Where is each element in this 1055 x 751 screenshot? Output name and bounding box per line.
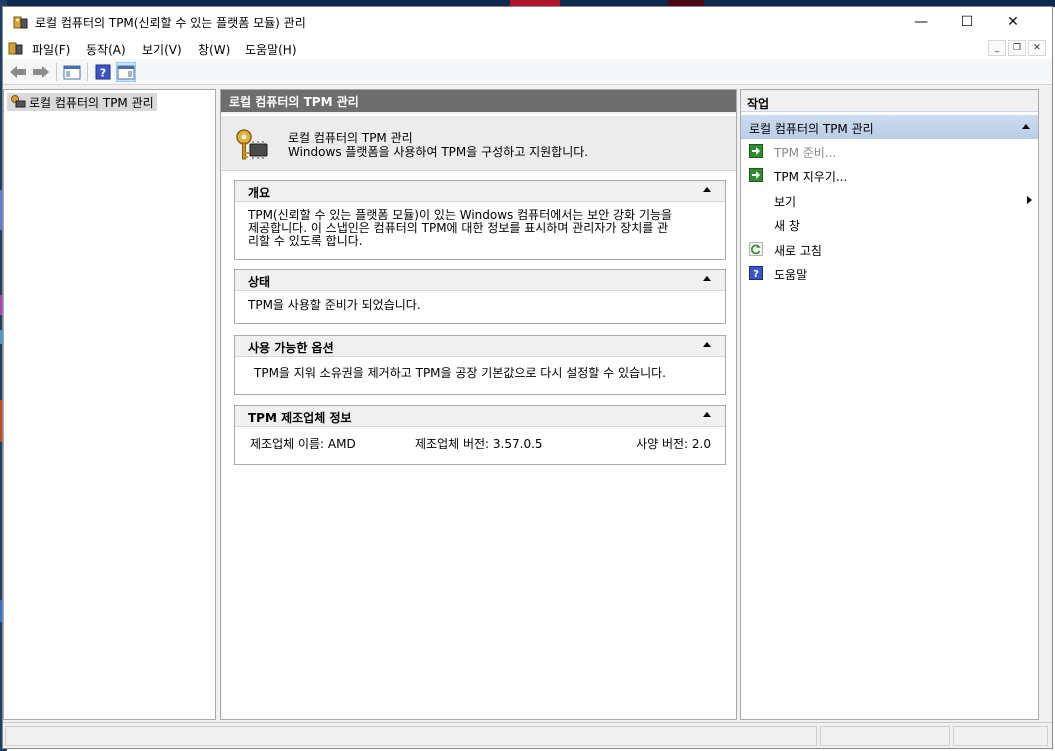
manufacturer-version: 제조업체 버전: 3.57.0.5 [415, 437, 543, 451]
status-bar-pane [5, 726, 817, 746]
help-icon: ? [749, 266, 763, 280]
result-pane-body: 로컬 컴퓨터의 TPM 관리 Windows 플랫폼을 사용하여 TPM을 구성… [222, 114, 736, 719]
action-view[interactable]: 보기 [741, 189, 1038, 211]
toolbar-separator [87, 63, 88, 81]
maximize-button[interactable]: ☐ [944, 7, 990, 37]
back-icon [10, 66, 26, 78]
manufacturer-name: 제조업체 이름: AMD [250, 437, 356, 451]
section-status-header[interactable]: 상태 [235, 270, 725, 291]
collapse-icon[interactable] [703, 342, 711, 347]
help-icon: ? [95, 64, 111, 80]
intro-banner: 로컬 컴퓨터의 TPM 관리 Windows 플랫폼을 사용하여 TPM을 구성… [222, 116, 736, 171]
tpm-keys-chip-icon [236, 129, 268, 160]
intro-description: Windows 플랫폼을 사용하여 TPM을 구성하고 지원합니다. [288, 145, 589, 159]
action-label: 새 창 [774, 219, 800, 233]
section-options-header[interactable]: 사용 가능한 옵션 [235, 336, 725, 357]
section-manufacturer-header[interactable]: TPM 제조업체 정보 [235, 406, 725, 427]
tree-item-tpm-management[interactable]: 로컬 컴퓨터의 TPM 관리 [7, 93, 157, 111]
help-button[interactable]: ? [93, 62, 113, 82]
forward-button[interactable] [31, 62, 51, 82]
status-text: TPM을 사용할 준비가 되었습니다. [248, 298, 421, 312]
show-hide-tree-button[interactable] [62, 62, 82, 82]
section-overview: 개요 TPM(신뢰할 수 있는 플랫폼 모듈)이 있는 Windows 컴퓨터에… [234, 180, 726, 260]
section-manufacturer-info: TPM 제조업체 정보 제조업체 이름: AMD 제조업체 버전: 3.57.0… [234, 405, 726, 465]
console-tree: 로컬 컴퓨터의 TPM 관리 [3, 89, 216, 720]
submenu-arrow-icon [1027, 196, 1032, 204]
refresh-icon [749, 242, 763, 256]
run-action-icon [749, 144, 763, 158]
mdi-controls: _ ❐ ✕ [988, 40, 1046, 56]
toolbar: ? [3, 59, 1052, 85]
section-title: 상태 [248, 275, 271, 289]
section-overview-body: TPM(신뢰할 수 있는 플랫폼 모듈)이 있는 Windows 컴퓨터에서는 … [235, 202, 725, 248]
menu-bar: 파일(F) 동작(A) 보기(V) 창(W) 도움말(H) _ ❐ ✕ [3, 37, 1052, 59]
collapse-icon[interactable] [703, 187, 711, 192]
tree-item-label: 로컬 컴퓨터의 TPM 관리 [29, 96, 154, 110]
status-bar [3, 722, 1052, 748]
menu-view[interactable]: 보기(V) [142, 41, 182, 58]
action-clear-tpm[interactable]: TPM 지우기... [741, 164, 1038, 186]
show-hide-action-pane-icon [117, 65, 135, 80]
status-bar-pane [820, 726, 950, 746]
status-bar-pane [953, 726, 1048, 746]
actions-pane-title: 작업 [741, 90, 1038, 112]
mdi-restore-button[interactable]: ❐ [1008, 40, 1026, 56]
section-title: TPM 제조업체 정보 [248, 411, 352, 425]
menu-help[interactable]: 도움말(H) [245, 41, 297, 58]
svg-text:?: ? [100, 67, 106, 80]
result-pane-header: 로컬 컴퓨터의 TPM 관리 [221, 90, 736, 112]
window-title: 로컬 컴퓨터의 TPM(신뢰할 수 있는 플랫폼 모듈) 관리 [35, 16, 306, 30]
action-label: 새로 고침 [774, 244, 822, 258]
options-text: TPM을 지워 소유권을 제거하고 TPM을 공장 기본값으로 다시 설정할 수… [254, 366, 666, 380]
menu-action[interactable]: 동작(A) [86, 41, 126, 58]
collapse-icon[interactable] [703, 412, 711, 417]
maximize-icon: ☐ [960, 14, 974, 30]
tpm-app-icon [13, 16, 28, 29]
menu-window[interactable]: 창(W) [198, 41, 230, 58]
action-prepare-tpm[interactable]: TPM 준비... [741, 140, 1038, 162]
action-label: TPM 지우기... [774, 170, 848, 184]
mdi-minimize-button[interactable]: _ [988, 40, 1006, 56]
section-title: 개요 [248, 186, 271, 200]
action-label: TPM 준비... [774, 146, 837, 160]
section-title: 사용 가능한 옵션 [248, 341, 334, 355]
toolbar-separator [56, 63, 57, 81]
collapse-icon[interactable] [1022, 124, 1030, 129]
actions-group-label: 로컬 컴퓨터의 TPM 관리 [749, 122, 874, 136]
close-icon: ✕ [1007, 14, 1019, 30]
action-help[interactable]: ? 도움말 [741, 262, 1038, 284]
section-status: 상태 TPM을 사용할 준비가 되었습니다. [234, 269, 726, 324]
result-pane: 로컬 컴퓨터의 TPM 관리 로컬 컴퓨터의 TPM 관리 Windows 플랫… [220, 89, 737, 720]
svg-text:?: ? [753, 269, 759, 280]
spec-version: 사양 버전: 2.0 [636, 437, 711, 451]
mmc-window: 로컬 컴퓨터의 TPM(신뢰할 수 있는 플랫폼 모듈) 관리 — ☐ ✕ 파일… [2, 6, 1053, 749]
action-label: 도움말 [774, 268, 808, 282]
action-refresh[interactable]: 새로 고침 [741, 238, 1038, 260]
action-new-window[interactable]: 새 창 [741, 213, 1038, 235]
close-button[interactable]: ✕ [990, 7, 1036, 37]
overview-text-line: 리할 수 있도록 합니다. [248, 234, 363, 248]
menu-file[interactable]: 파일(F) [32, 41, 70, 58]
run-action-icon [749, 168, 763, 182]
back-button[interactable] [8, 62, 28, 82]
minimize-icon: — [914, 14, 928, 30]
title-bar: 로컬 컴퓨터의 TPM(신뢰할 수 있는 플랫폼 모듈) 관리 — ☐ ✕ [3, 7, 1052, 37]
section-available-options: 사용 가능한 옵션 TPM을 지워 소유권을 제거하고 TPM을 공장 기본값으… [234, 335, 726, 395]
action-label: 보기 [774, 195, 797, 209]
section-overview-header[interactable]: 개요 [235, 181, 725, 202]
manufacturer-details: 제조업체 이름: AMD 제조업체 버전: 3.57.0.5 사양 버전: 2.… [235, 427, 725, 459]
show-hide-tree-icon [63, 65, 81, 80]
actions-group-header[interactable]: 로컬 컴퓨터의 TPM 관리 [741, 115, 1038, 139]
mdi-close-button[interactable]: ✕ [1028, 40, 1046, 56]
forward-icon [33, 66, 49, 78]
show-hide-action-pane-button[interactable] [116, 62, 136, 82]
collapse-icon[interactable] [703, 276, 711, 281]
minimize-button[interactable]: — [898, 7, 944, 37]
tpm-key-icon [11, 95, 26, 108]
actions-pane: 작업 로컬 컴퓨터의 TPM 관리 TPM 준비... TPM 지우기... 보… [740, 89, 1039, 720]
mmc-system-menu-icon[interactable] [8, 40, 24, 56]
